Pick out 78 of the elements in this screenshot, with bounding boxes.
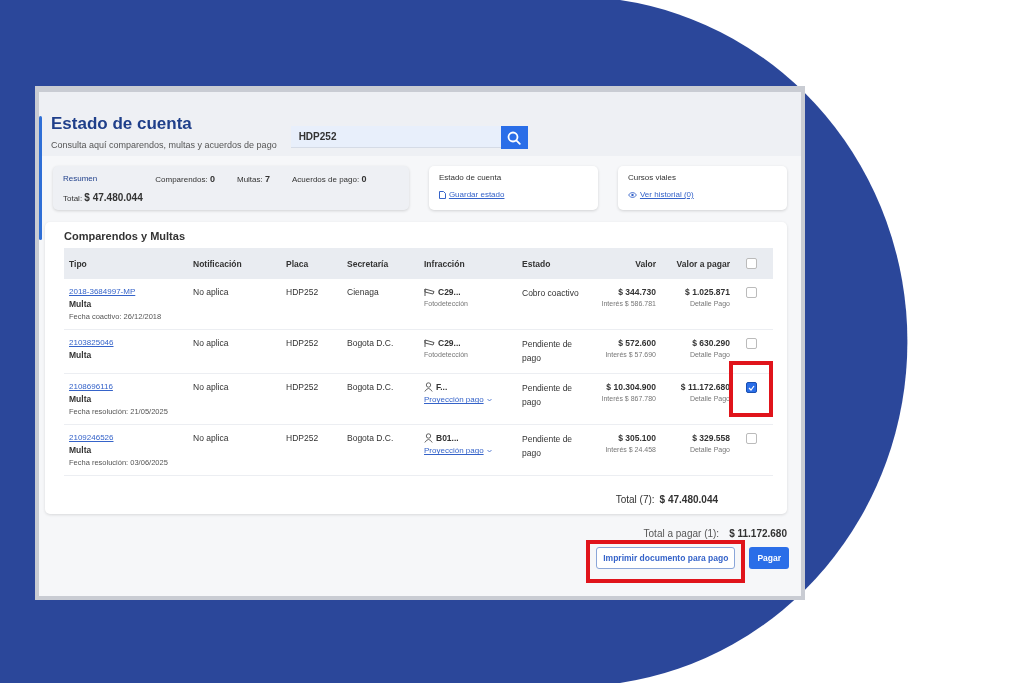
checkbox[interactable] [746, 433, 757, 445]
value-amount: $ 344.730 [618, 287, 656, 297]
payable-amount: $ 11.172.680 [680, 382, 730, 393]
column-header: Estado [522, 258, 551, 269]
fine-type: Multa [69, 299, 93, 309]
total-label: Total (7): [615, 494, 655, 506]
fine-number-link[interactable]: 2108696116 [69, 382, 113, 392]
projection-link[interactable]: Proyección pago [424, 395, 492, 405]
table-cell: HDP252 [286, 433, 319, 444]
fine-type: Multa [69, 445, 93, 456]
column-header: Valor a pagar [676, 258, 730, 269]
table-cell: Bogota D.C. [347, 338, 394, 348]
table-cell: HDP252 [286, 382, 319, 393]
payable-label: Total a pagar (1): [643, 528, 720, 539]
card-title: Cursos viales [627, 173, 677, 182]
summary-label: Resumen [63, 174, 98, 184]
card-link[interactable]: Ver historial (0) [627, 190, 694, 199]
person-icon [424, 382, 433, 393]
table-cell-text: Pendiente de pago [522, 338, 574, 365]
value-amount: $ 10.304.900 [606, 382, 656, 393]
projection-link[interactable]: Proyección pago [424, 446, 492, 456]
fine-number-link[interactable]: 2018-3684997-MP [69, 287, 136, 296]
table-cell: Cienaga [347, 287, 379, 297]
payable-amount: $ 630.290 [692, 338, 730, 348]
page-subtitle: Consulta aquí comparendos, multas y acuerdos de pago [51, 140, 277, 150]
infraction-code: B01... [436, 433, 459, 444]
infraction-code: C29... [438, 287, 461, 297]
table-cell: HDP252 [286, 287, 319, 297]
summary-stat: Multas: 7 [236, 174, 270, 184]
search-icon [507, 130, 522, 145]
infraction-code: C29... [438, 338, 461, 348]
fine-number-link[interactable]: 2103825046 [69, 338, 114, 347]
payable-amount: $ 1.025.871 [685, 287, 730, 297]
card-title: Estado de cuenta [438, 173, 503, 182]
summary-stat: Acuerdos de pago: 0 [292, 174, 367, 184]
table-cell: No aplica [193, 287, 229, 297]
table-cell: Bogota D.C. [347, 382, 394, 393]
payable-total: $ 11.172.680 [729, 528, 787, 539]
value-amount: $ 572.600 [618, 338, 656, 348]
summary-stat: Comparendos: 0 [155, 174, 215, 184]
payable-amount: $ 329.558 [692, 433, 730, 444]
table-cell-text: Cobro coactivo [522, 287, 580, 300]
card-link[interactable]: Guardar estado [438, 190, 505, 199]
total-amount: $ 47.480.044 [659, 494, 718, 506]
fine-type: Multa [69, 350, 93, 360]
table-cell: HDP252 [286, 338, 319, 348]
checkbox[interactable] [746, 258, 757, 269]
column-header: Valor [635, 258, 656, 269]
section-title: Comparendos y Multas [64, 230, 187, 242]
infraction-code: F... [436, 382, 448, 393]
column-header: Secretaría [347, 258, 389, 269]
page-title: Estado de cuenta [51, 114, 193, 134]
table-cell: No aplica [193, 433, 229, 444]
chevron-icon [486, 397, 492, 402]
column-header: Notificación [193, 258, 242, 269]
summary-total: Total: $ 47.480.044 [63, 192, 144, 203]
eye-icon [627, 191, 637, 198]
column-header: Infracción [424, 258, 465, 269]
search-button[interactable] [500, 126, 528, 149]
chevron-icon [486, 448, 492, 453]
fine-type: Multa [69, 394, 93, 405]
checkbox[interactable] [746, 287, 757, 298]
column-header: Tipo [69, 258, 87, 269]
fine-number-link[interactable]: 2109246526 [69, 433, 114, 443]
pay-button[interactable]: Pagar [749, 547, 789, 569]
document-icon [438, 190, 446, 199]
table-cell-text: Pendiente de pago [522, 433, 574, 460]
table-cell: Bogota D.C. [347, 433, 394, 444]
table-cell-text: Pendiente de pago [522, 382, 574, 409]
search-field[interactable]: HDP252 [290, 126, 501, 148]
table-cell: No aplica [193, 382, 229, 393]
person-icon [424, 433, 433, 444]
column-header: Placa [286, 258, 309, 269]
checkbox[interactable] [746, 338, 757, 349]
table-cell: No aplica [193, 338, 229, 348]
checkbox[interactable] [746, 382, 757, 394]
value-amount: $ 305.100 [618, 433, 656, 444]
print-button[interactable]: Imprimir documento para pago [596, 547, 736, 569]
